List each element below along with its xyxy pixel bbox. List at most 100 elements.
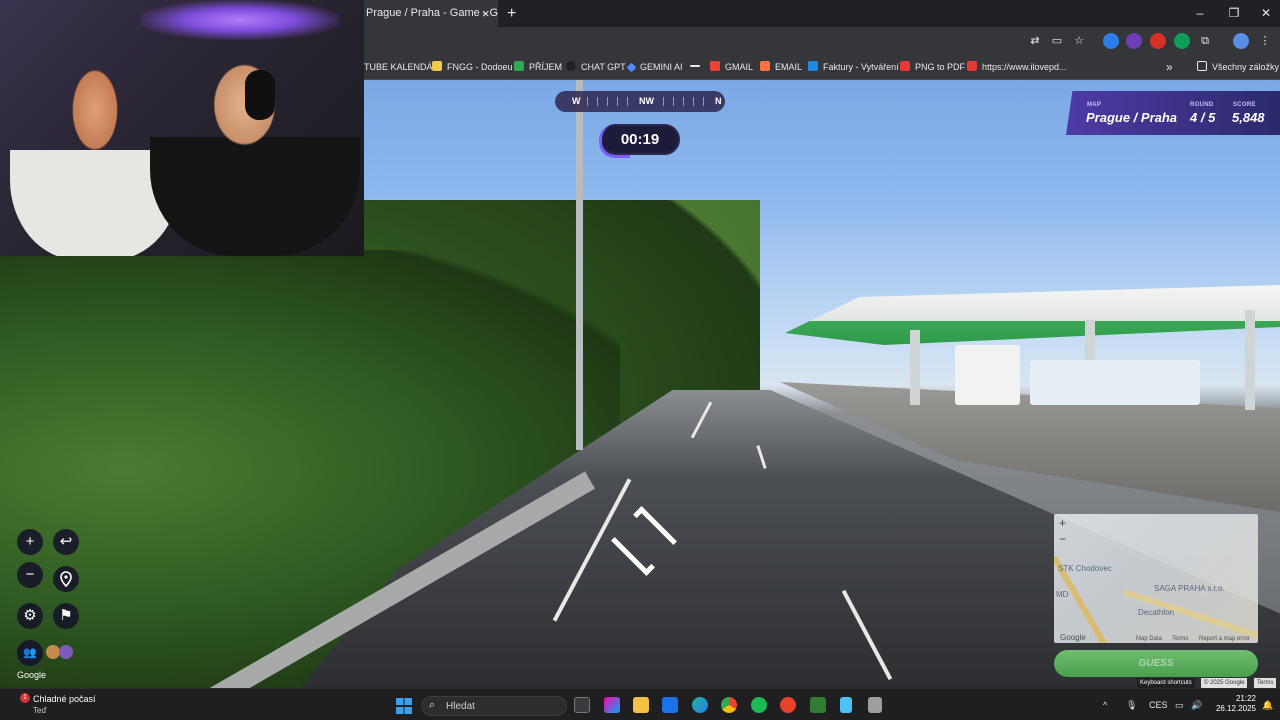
edge-icon[interactable] [692,697,708,713]
notepad-icon[interactable] [840,697,852,713]
taskbar-search[interactable]: ⌕ Hledat [421,696,567,716]
new-tab-button[interactable]: + [507,0,516,27]
microphone-icon[interactable]: 🎙 [1126,689,1137,720]
browser-toolbar: ⇄ ▭ ☆ ⧉ ⋮ [364,27,1280,55]
language-indicator[interactable]: CES [1149,689,1168,720]
minimap-zoom-in[interactable]: + [1059,516,1066,530]
map-terms-link[interactable]: Terms [1172,636,1188,642]
extension-icon[interactable] [1103,33,1119,49]
terms-link[interactable]: Terms [1254,678,1277,688]
report-map-error-link[interactable]: Report a map error [1199,636,1250,642]
bookmark-favicon-icon [760,61,770,71]
spotify-icon[interactable] [751,697,767,713]
extension-icon[interactable] [1126,33,1142,49]
zoom-out-button[interactable]: − [17,562,43,588]
system-clock[interactable]: 21:22 26.12.2025 [1210,694,1256,714]
copilot-icon[interactable] [604,697,620,713]
map-data-link[interactable]: Map Data [1136,636,1162,642]
undo-move-button[interactable]: ↩ [53,529,79,555]
tab-close-icon[interactable]: × [482,0,490,27]
profile-avatar[interactable] [1233,33,1249,49]
translate-icon[interactable]: ⇄ [1027,33,1043,49]
bookmark-item[interactable]: GMAIL [710,55,753,80]
screen: Prague / Praha - Game - GeoG × + – ❐ ✕ ⇄… [0,0,1280,720]
heart-icon [900,61,910,71]
bookmark-favicon-icon [690,65,700,67]
extension-icon[interactable] [1150,33,1166,49]
weather-widget-title[interactable]: Chladné počasí [33,694,96,704]
bookmark-item[interactable]: FNGG - Dodoeu [432,55,513,80]
bookmark-favicon-icon [514,61,524,71]
gmail-icon [710,61,720,71]
zoom-in-button[interactable]: + [17,529,43,555]
map-poi-label: Decathlon [1138,608,1175,617]
bookmark-item[interactable]: https://www.ilovepd... [967,55,1067,80]
bookmark-item[interactable]: Faktury - Vytváření [808,55,899,80]
bookmark-item[interactable]: CHAT GPT [566,55,626,80]
map-label: MAP [1087,102,1102,108]
tray-overflow-icon[interactable]: ^ [1103,689,1107,720]
return-to-start-button[interactable] [53,566,79,592]
extension-icon[interactable] [1174,33,1190,49]
bookmarks-overflow-button[interactable]: » [1166,55,1173,80]
compass-west: W [572,96,581,106]
compass-north: N [715,96,722,106]
map-poi-label: STK Chodovec [1058,564,1112,573]
bookmark-favicon-icon [566,61,576,71]
terminal-icon[interactable] [810,697,826,713]
round-timer: 00:19 [599,124,680,158]
clock-date: 26.12.2025 [1215,704,1256,713]
extensions-puzzle-icon[interactable]: ⧉ [1197,33,1213,49]
copyright-text: © 2025 Google [1201,678,1248,688]
outlook-icon[interactable] [662,697,678,713]
keyboard-shortcuts-link[interactable]: Keyboard shortcuts [1137,678,1195,688]
minimize-button[interactable]: – [1185,0,1215,27]
menu-icon[interactable]: ⋮ [1257,33,1273,49]
file-explorer-icon[interactable] [633,697,649,713]
map-poi-label: MD [1056,590,1069,599]
bookmark-item[interactable]: PŘÍJEM [514,55,562,80]
windows-start-button[interactable] [396,698,412,714]
bookmark-favicon-icon [626,62,637,73]
map-value: Prague / Praha [1086,110,1178,125]
compass-northwest: NW [639,96,654,106]
search-placeholder: Hledat [446,701,475,712]
task-view-icon[interactable] [574,697,590,713]
volume-icon[interactable]: 🔊 [1191,689,1202,720]
bookmark-favicon-icon [432,61,442,71]
network-icon[interactable]: ▭ [1175,689,1184,720]
bookmark-item[interactable]: GEMINI AI [626,55,683,80]
guess-button[interactable]: GUESS [1054,650,1258,677]
map-poi-label: SAGA PRAHA s.r.o. [1154,584,1225,593]
maximize-button[interactable]: ❐ [1219,0,1249,27]
bookmark-item[interactable]: EMAIL [760,55,802,80]
players-icon[interactable]: 👥 [17,640,43,666]
settings-button[interactable]: ⚙ [17,603,43,629]
minimap-google-logo: Google [1060,633,1086,642]
tab-title: Prague / Praha - Game - GeoG [366,7,498,19]
bookmarks-bar: TUBE KALENDÁŘ FNGG - Dodoeu PŘÍJEM CHAT … [364,55,1280,80]
bookmark-item[interactable]: TUBE KALENDÁŘ [364,55,439,80]
bus [1030,360,1200,405]
scoreboard: MAP Prague / Praha ROUND 4 / 5 SCORE 5,8… [1066,91,1280,135]
all-bookmarks-button[interactable]: Všechny záložky [1197,55,1279,80]
bookmark-item[interactable]: PNG to PDF [900,55,965,80]
score-label: SCORE [1233,102,1256,108]
close-window-button[interactable]: ✕ [1251,0,1280,27]
report-flag-button[interactable]: ⚑ [53,603,79,629]
webcam-overlay [0,0,364,256]
tab-geoguessr[interactable]: Prague / Praha - Game - GeoG [364,0,498,27]
search-icon: ⌕ [429,699,436,711]
cast-icon[interactable]: ▭ [1049,33,1065,49]
notifications-icon[interactable]: 🔔 [1262,689,1273,720]
bookmark-item[interactable] [690,55,705,80]
bookmark-favicon-icon [808,61,818,71]
streaming-app-icon[interactable] [780,697,796,713]
bookmark-star-icon[interactable]: ☆ [1071,33,1087,49]
calculator-icon[interactable] [868,697,882,713]
minimap-zoom-out[interactable]: − [1059,532,1066,546]
gas-station-roof [785,285,1280,345]
chrome-icon[interactable] [721,697,737,713]
round-value: 4 / 5 [1190,110,1216,125]
guess-minimap[interactable]: + − STK Chodovec SAGA PRAHA s.r.o. Decat… [1054,514,1258,643]
